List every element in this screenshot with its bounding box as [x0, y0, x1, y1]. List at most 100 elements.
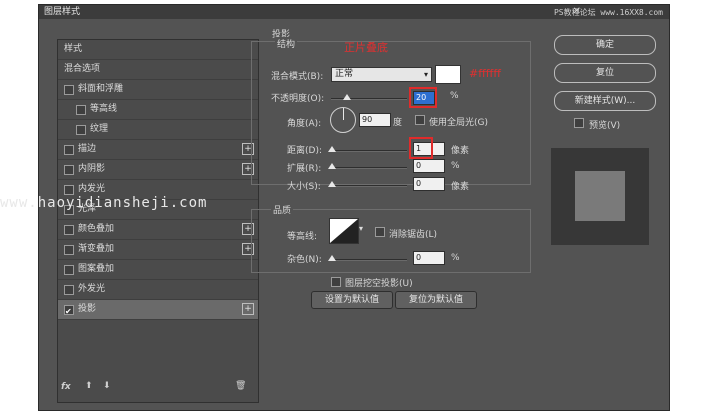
title-bar: 图层样式 ✕ PS教程论坛 www.16XX8.com [39, 5, 669, 19]
size-slider-thumb[interactable] [328, 181, 336, 187]
size-unit: 像素 [451, 182, 470, 192]
size-input[interactable]: 0 [413, 177, 445, 191]
angle-label: 角度(A): [287, 119, 322, 129]
contour-picker[interactable] [329, 218, 359, 244]
shadow-color-swatch[interactable] [435, 65, 461, 84]
site-watermark: PS教程论坛 www.16XX8.com [553, 8, 663, 17]
style-list-item[interactable]: 图案叠加 [58, 260, 258, 280]
style-checkbox[interactable] [64, 225, 74, 235]
reset-button[interactable]: 复位 [554, 63, 656, 83]
contour-label: 等高线: [287, 232, 318, 242]
noise-unit: % [451, 253, 460, 263]
color-annotation: #ffffff [469, 67, 501, 80]
style-list-item[interactable]: 描边 + [58, 140, 258, 160]
knockout-checkbox[interactable] [331, 277, 341, 287]
spread-slider-track[interactable] [331, 167, 407, 169]
new-style-button[interactable]: 新建样式(W)... [554, 91, 656, 111]
opacity-slider-thumb[interactable] [343, 94, 351, 100]
move-up-icon[interactable]: ⬆ [85, 381, 93, 391]
distance-label: 距离(D): [287, 146, 322, 156]
style-list-label: 斜面和浮雕 [78, 84, 124, 94]
fx-icon[interactable]: fx [61, 382, 71, 392]
style-checkbox[interactable] [76, 125, 86, 135]
site-watermark-overlay: www.haoyidiansheji.com [0, 195, 208, 211]
angle-dial[interactable] [330, 107, 356, 133]
style-list-item[interactable]: 混合选项 [58, 60, 258, 80]
style-list-item[interactable]: 颜色叠加 + [58, 220, 258, 240]
style-preview-swatch [575, 171, 625, 221]
preview-label: 预览(V) [589, 121, 621, 131]
style-list-label: 渐变叠加 [78, 244, 115, 254]
style-list-item[interactable]: 渐变叠加 + [58, 240, 258, 260]
add-effect-icon[interactable]: + [242, 303, 254, 315]
opacity-label: 不透明度(O): [271, 94, 325, 104]
style-checkbox[interactable] [64, 245, 74, 255]
style-list-label: 外发光 [78, 284, 106, 294]
noise-slider-track[interactable] [331, 259, 407, 261]
noise-label: 杂色(N): [287, 255, 322, 265]
style-list: 样式 混合选项 斜面和浮雕 等高线 纹理 描边 + 内阴影 + 内发光 光泽 颜色叠加 + 渐变叠加 + 图… [57, 39, 259, 403]
style-checkbox[interactable] [64, 165, 74, 175]
preview-checkbox[interactable] [574, 118, 584, 128]
style-checkbox[interactable] [64, 285, 74, 295]
style-list-item[interactable]: 投影 + [58, 300, 258, 321]
contour-curve-icon [330, 219, 358, 243]
angle-input[interactable]: 90 [359, 113, 391, 127]
style-list-item[interactable]: 外发光 [58, 280, 258, 300]
global-light-checkbox[interactable] [415, 115, 425, 125]
style-preview [551, 148, 649, 245]
ok-button[interactable]: 确定 [554, 35, 656, 55]
distance-highlight [409, 137, 433, 159]
structure-title: 结构 [275, 37, 298, 50]
noise-slider-thumb[interactable] [328, 255, 336, 261]
move-down-icon[interactable]: ⬇ [103, 381, 111, 391]
knockout-label: 图层挖空投影(U) [345, 279, 413, 289]
chevron-down-icon[interactable]: ▾ [359, 224, 363, 233]
blend-mode-label: 混合模式(B): [271, 72, 324, 82]
quality-title: 品质 [271, 203, 294, 216]
style-list-label: 内阴影 [78, 164, 106, 174]
angle-dial-needle [343, 108, 344, 120]
distance-slider-thumb[interactable] [328, 146, 336, 152]
style-checkbox[interactable] [64, 265, 74, 275]
dialog-title: 图层样式 [44, 7, 81, 17]
spread-input[interactable]: 0 [413, 159, 445, 173]
opacity-highlight [409, 87, 437, 108]
style-checkbox[interactable] [64, 185, 74, 195]
style-list-header[interactable]: 样式 [58, 40, 258, 60]
style-list-item[interactable]: 等高线 [58, 100, 258, 120]
spread-label: 扩展(R): [287, 164, 322, 174]
reset-default-button[interactable]: 复位为默认值 [395, 291, 477, 309]
style-checkbox[interactable] [64, 145, 74, 155]
style-list-label: 颜色叠加 [78, 224, 115, 234]
spread-unit: % [451, 161, 460, 171]
style-list-toolbar: fx ⬆ ⬇ 🗑 [61, 381, 257, 396]
style-list-label: 纹理 [90, 124, 109, 134]
opacity-unit: % [450, 91, 459, 101]
style-list-label: 投影 [78, 304, 97, 314]
distance-slider-track[interactable] [331, 150, 407, 152]
style-list-label: 描边 [78, 144, 97, 154]
style-checkbox[interactable] [76, 105, 86, 115]
size-slider-track[interactable] [331, 185, 407, 187]
style-list-label: 等高线 [90, 104, 118, 114]
spread-slider-thumb[interactable] [328, 163, 336, 169]
antialias-label: 消除锯齿(L) [389, 230, 438, 240]
style-list-label: 混合选项 [64, 64, 101, 74]
style-list-label: 图案叠加 [78, 264, 115, 274]
set-default-button[interactable]: 设置为默认值 [311, 291, 393, 309]
style-checkbox[interactable] [64, 85, 74, 95]
blend-annotation: 正片叠底 [344, 41, 388, 54]
global-light-label: 使用全局光(G) [429, 118, 488, 128]
style-list-item[interactable]: 纹理 [58, 120, 258, 140]
style-list-item[interactable]: 斜面和浮雕 [58, 80, 258, 100]
antialias-checkbox[interactable] [375, 227, 385, 237]
blend-mode-select[interactable]: 正常 [331, 67, 432, 82]
angle-unit: 度 [393, 118, 403, 128]
style-list-item[interactable]: 内阴影 + [58, 160, 258, 180]
noise-input[interactable]: 0 [413, 251, 445, 265]
style-checkbox[interactable] [64, 302, 74, 321]
distance-unit: 像素 [451, 146, 470, 156]
size-label: 大小(S): [287, 182, 321, 192]
trash-icon[interactable]: 🗑 [235, 381, 246, 391]
